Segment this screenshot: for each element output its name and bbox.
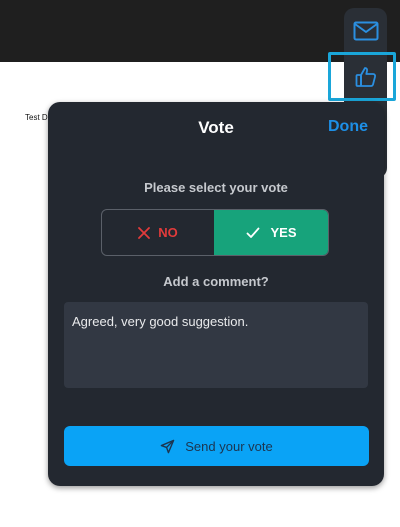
vote-yes-option[interactable]: YES: [214, 210, 328, 255]
vote-panel: Vote Done Please select your vote NO YES…: [48, 102, 384, 486]
vote-no-label: NO: [158, 225, 178, 240]
like-button-highlight: [328, 52, 396, 101]
mail-button[interactable]: [347, 12, 384, 49]
vote-segmented-control: NO YES: [101, 209, 329, 256]
vote-yes-label: YES: [270, 225, 297, 240]
send-vote-label: Send your vote: [185, 438, 273, 454]
comment-label: Add a comment?: [163, 274, 269, 289]
mail-icon: [353, 21, 378, 40]
send-vote-button[interactable]: Send your vote: [64, 426, 369, 466]
vote-no-option[interactable]: NO: [102, 210, 214, 255]
select-vote-label: Please select your vote: [144, 180, 288, 195]
close-icon: [138, 226, 151, 239]
comment-textarea[interactable]: Agreed, very good suggestion.: [64, 302, 368, 388]
done-button[interactable]: Done: [328, 118, 368, 136]
send-icon: [160, 439, 175, 453]
checkmark-icon: [247, 227, 260, 238]
document-text: Test D: [25, 113, 48, 122]
